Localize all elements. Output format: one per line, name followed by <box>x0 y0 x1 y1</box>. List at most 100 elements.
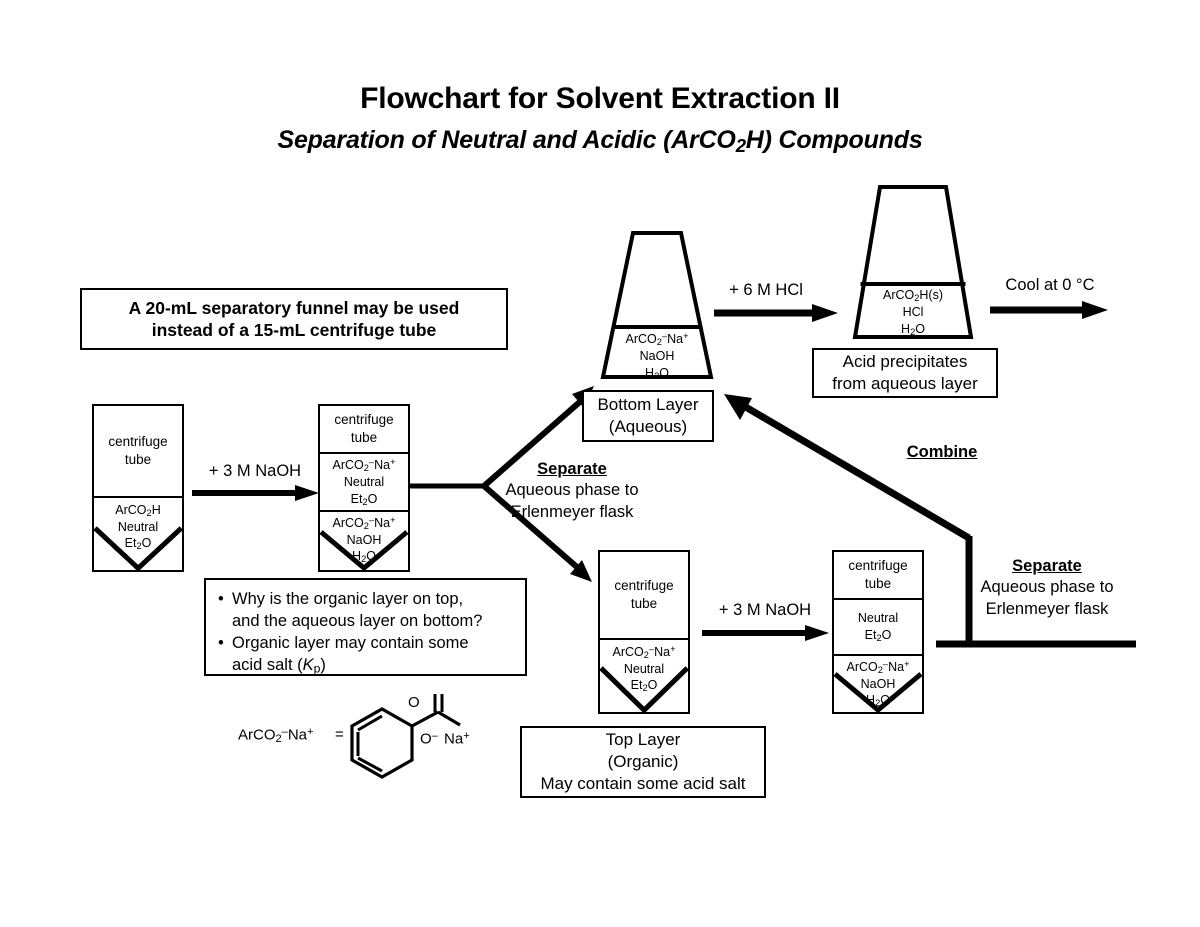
reagent-label-hcl: + 6 M HCl <box>729 281 803 299</box>
tube-1-line-1: ArCO2H <box>115 502 161 518</box>
tube-2-header-line-2: tube <box>350 430 378 445</box>
tube-4-bot-line-2: NaOH <box>860 676 896 691</box>
reagent-label-naoh-1: + 3 M NaOH <box>208 462 302 480</box>
tube-1-header-line-2: tube <box>124 451 152 467</box>
reagent-label-naoh-2: + 3 M NaOH <box>718 601 812 619</box>
tube-3-header-line-2: tube <box>630 595 658 611</box>
arrow-cool-outflow <box>990 301 1108 319</box>
tube-4-middle-contents: Neutral Et2O <box>834 598 922 654</box>
bullet-2-line-1: Organic layer may contain some <box>232 634 469 653</box>
tube-2-mid-line-2: Neutral <box>343 475 385 490</box>
bullet-2-line-2: acid salt (Kp) <box>232 656 326 676</box>
tube-2-mid-line-1: ArCO2–Na+ <box>332 457 396 474</box>
separatory-funnel-acid: ArCO2H(s) HCl H2O <box>852 184 974 340</box>
separate-right-label: Separate Aqueous phase to Erlenmeyer fla… <box>962 556 1132 620</box>
tube-2-header: centrifuge tube <box>320 406 408 452</box>
bottom-layer-box: Bottom Layer (Aqueous) <box>582 390 714 442</box>
tube-1-header: centrifuge tube <box>94 406 182 496</box>
tube-4-header-line-2: tube <box>864 576 892 591</box>
bullet-item-1: • Why is the organic layer on top, and t… <box>218 588 515 632</box>
oxyanion-label: O– <box>420 730 438 748</box>
funnel-aqueous-contents: ArCO2–Na+ NaOH H2O <box>600 330 714 382</box>
tube-1-bottom-contents: ArCO2H Neutral Et2O <box>94 495 182 570</box>
tube-1-header-line-1: centrifuge <box>108 434 168 450</box>
tube-3-header-line-1: centrifuge <box>614 578 674 594</box>
centrifuge-tube-1: centrifuge tube ArCO2H Neutral Et2O <box>92 404 184 572</box>
bullet-item-2: • Organic layer may contain some acid sa… <box>218 632 515 677</box>
acid-precip-line-2: from aqueous layer <box>832 374 978 393</box>
separatory-funnel-aqueous: ArCO2–Na+ NaOH H2O <box>600 230 714 382</box>
top-layer-line-1: Top Layer <box>605 730 681 750</box>
separate-right-line-2: Erlenmeyer flask <box>985 599 1109 618</box>
centrifuge-tube-4: centrifuge tube Neutral Et2O ArCO2–Na+ N… <box>832 550 924 714</box>
top-layer-box: Top Layer (Organic) May contain some aci… <box>520 726 766 798</box>
tube-4-header: centrifuge tube <box>834 552 922 598</box>
tube-2-bottom-contents: ArCO2–Na+ NaOH H2O <box>320 510 408 570</box>
separate-right-heading: Separate <box>1012 557 1082 575</box>
tube-4-mid-line-2: Et2O <box>864 627 892 643</box>
carbonyl-oxygen-label: O <box>408 694 420 711</box>
separate-right-line-1: Aqueous phase to <box>980 578 1114 597</box>
separate-left-label: Separate Aqueous phase to Erlenmeyer fla… <box>488 459 656 523</box>
tube-2-bot-line-1: ArCO2–Na+ <box>332 515 396 531</box>
centrifuge-tube-3: centrifuge tube ArCO2–Na+ Neutral Et2O <box>598 550 690 714</box>
centrifuge-tube-2: centrifuge tube ArCO2–Na+ Neutral Et2O A… <box>318 404 410 572</box>
tube-1-line-3: Et2O <box>124 536 152 552</box>
tube-3-line-3: Et2O <box>630 677 658 693</box>
top-layer-line-2: (Organic) <box>607 752 679 772</box>
questions-note-box: • Why is the organic layer on top, and t… <box>204 578 527 676</box>
separate-left-line-2: Erlenmeyer flask <box>510 502 634 521</box>
tube-3-line-2: Neutral <box>623 661 665 676</box>
bottom-layer-line-1: Bottom Layer <box>597 395 699 415</box>
note-line-2: instead of a 15-mL centrifuge tube <box>151 320 437 340</box>
structure-formula-label: ArCO2–Na+ <box>238 726 314 746</box>
separate-left-heading: Separate <box>537 460 607 478</box>
arrow-funnel-to-acid-flask <box>714 304 838 322</box>
funnel-aqueous-line-2: NaOH <box>639 349 675 364</box>
funnel-acid-contents: ArCO2H(s) HCl H2O <box>852 287 974 338</box>
note-line-1: A 20-mL separatory funnel may be used <box>128 297 460 318</box>
arrow-tube1-to-tube2 <box>192 485 319 501</box>
sodium-benzoate-structure: ArCO2–Na+ = O O– Na+ <box>238 694 488 794</box>
tube-2-bot-line-3: H2O <box>352 549 376 565</box>
funnel-acid-line-1: ArCO2H(s) <box>882 288 943 304</box>
tube-2-header-line-1: centrifuge <box>334 412 394 428</box>
tube-1-line-2: Neutral <box>117 519 159 534</box>
tube-3-line-1: ArCO2–Na+ <box>612 643 676 660</box>
sodium-cation-label: Na+ <box>444 730 470 748</box>
separatory-funnel-note-box: A 20-mL separatory funnel may be used in… <box>80 288 508 350</box>
tube-4-bottom-contents: ArCO2–Na+ NaOH H2O <box>834 654 922 712</box>
acid-precip-line-1: Acid precipitates <box>842 352 968 372</box>
top-layer-line-3: May contain some acid salt <box>540 773 746 793</box>
tube-4-bot-line-1: ArCO2–Na+ <box>846 659 910 675</box>
combine-label: Combine <box>906 443 978 461</box>
subtitle-prefix: Separation of Neutral and Acidic (ArCO <box>277 126 736 154</box>
tube-4-mid-line-1: Neutral <box>857 611 899 626</box>
page-title: Flowchart for Solvent Extraction II <box>360 82 840 115</box>
bottom-layer-line-2: (Aqueous) <box>608 417 688 436</box>
tube-4-header-line-1: centrifuge <box>848 558 908 574</box>
bullet-1-line-1: Why is the organic layer on top, <box>232 590 464 608</box>
connector-tube2-to-split <box>410 483 488 489</box>
subtitle-subscript: 2 <box>735 135 746 157</box>
tube-2-mid-line-3: Et2O <box>350 491 378 507</box>
subtitle-suffix: H) Compounds <box>745 126 923 154</box>
tube-4-bot-line-3: H2O <box>866 693 890 709</box>
page-subtitle: Separation of Neutral and Acidic (ArCO2H… <box>0 126 1200 157</box>
arrow-tube3-to-tube4 <box>702 625 829 641</box>
tube-3-bottom-contents: ArCO2–Na+ Neutral Et2O <box>600 637 688 712</box>
funnel-acid-line-2: HCl <box>902 305 924 320</box>
condition-label-cool: Cool at 0 °C <box>1005 276 1095 294</box>
tube-3-header: centrifuge tube <box>600 552 688 638</box>
flowchart-page: Flowchart for Solvent Extraction II Sepa… <box>0 0 1200 927</box>
funnel-aqueous-line-3: H2O <box>645 365 669 381</box>
funnel-aqueous-line-1: ArCO2–Na+ <box>625 331 689 347</box>
funnel-acid-line-3: H2O <box>901 321 925 337</box>
bullet-marker-1: • <box>218 590 224 608</box>
bullet-1-line-2: and the aqueous layer on bottom? <box>232 612 483 631</box>
separate-left-line-1: Aqueous phase to <box>505 481 639 500</box>
bullet-marker-2: • <box>218 634 224 653</box>
tube-2-bot-line-2: NaOH <box>346 532 382 547</box>
acid-precipitates-box: Acid precipitates from aqueous layer <box>812 348 998 398</box>
tube-2-middle-contents: ArCO2–Na+ Neutral Et2O <box>320 452 408 510</box>
